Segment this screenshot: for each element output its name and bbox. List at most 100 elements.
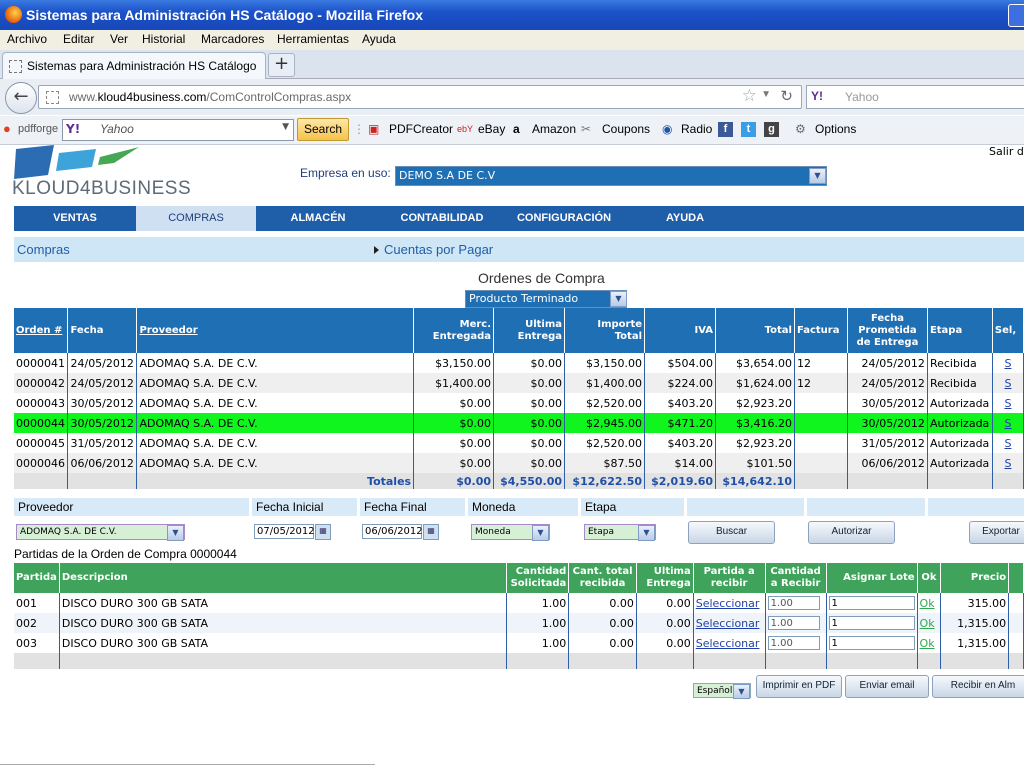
seleccionar-link[interactable]: Seleccionar (696, 617, 760, 630)
menu-ver[interactable]: Ver (110, 32, 128, 46)
select-link[interactable]: S (1004, 357, 1011, 370)
cell-sel: S (992, 433, 1024, 453)
col-orden[interactable]: Orden # (14, 308, 69, 353)
menu-ayuda[interactable]: Ayuda (362, 32, 396, 46)
chevron-down-icon[interactable]: ▼ (610, 291, 627, 307)
ok-link[interactable]: Ok (920, 637, 935, 650)
moneda-select[interactable]: Moneda ▼ (471, 524, 550, 541)
buscar-button[interactable]: Buscar (688, 521, 775, 544)
table-row[interactable]: 0000041 24/05/2012 ADOMAQ S.A. DE C.V. $… (14, 353, 1024, 373)
url-bar[interactable]: www.kloud4business.com/ComControlCompras… (38, 85, 802, 109)
nav-configuracion[interactable]: CONFIGURACIÓN (504, 206, 624, 231)
reload-icon[interactable]: ↻ (780, 87, 793, 105)
cell-etapa: Autorizada (927, 393, 993, 413)
cell-merc: $0.00 (413, 393, 495, 413)
cell-orden: 0000042 (14, 373, 69, 393)
select-link[interactable]: S (1004, 437, 1011, 450)
back-button[interactable]: ← (5, 82, 37, 114)
empresa-select[interactable]: DEMO S.A DE C.V ▼ (395, 166, 827, 186)
browser-tab[interactable]: Sistemas para Administración HS Catálogo (2, 52, 266, 79)
menu-editar[interactable]: Editar (63, 32, 94, 46)
cell-fecha: 24/05/2012 (67, 353, 138, 373)
cell-ultima: 0.00 (636, 633, 694, 653)
chevron-down-icon[interactable]: ▼ (809, 168, 826, 184)
chevron-down-icon[interactable]: ▼ (638, 525, 655, 541)
google-plus-icon[interactable]: g (764, 121, 779, 137)
nav-contabilidad[interactable]: CONTABILIDAD (380, 206, 504, 231)
lote-input[interactable]: 1 (828, 596, 915, 610)
exportar-button[interactable]: Exportar (969, 521, 1024, 544)
select-link[interactable]: S (1004, 457, 1011, 470)
chevron-down-icon[interactable]: ▼ (167, 525, 184, 541)
twitter-icon[interactable]: t (741, 121, 756, 137)
cantidad-recibir-input[interactable]: 1.00 (767, 596, 820, 610)
imprimir-pdf-button[interactable]: Imprimir en PDF (756, 675, 842, 698)
autorizar-button[interactable]: Autorizar (808, 521, 895, 544)
chevron-down-icon[interactable]: ▼ (532, 525, 549, 541)
menu-historial[interactable]: Historial (142, 32, 185, 46)
cell-empty (693, 653, 766, 669)
toolbar-options[interactable]: Options (815, 122, 856, 136)
select-link[interactable]: S (1004, 397, 1011, 410)
ok-link[interactable]: Ok (920, 617, 935, 630)
cell-etapa: Autorizada (927, 453, 993, 473)
menu-marcadores[interactable]: Marcadores (201, 32, 264, 46)
cuentas-por-pagar-link[interactable]: Cuentas por Pagar (384, 242, 493, 257)
cantidad-recibir-input[interactable]: 1.00 (767, 616, 820, 630)
new-tab-button[interactable]: + (268, 53, 295, 77)
cell-total: $2,923.20 (715, 433, 795, 453)
toolbar-radio[interactable]: Radio (681, 122, 712, 136)
chevron-down-icon[interactable]: ▼ (282, 122, 289, 132)
table-row[interactable]: 0000042 24/05/2012 ADOMAQ S.A. DE C.V. $… (14, 373, 1024, 393)
table-row-selected[interactable]: 0000044 30/05/2012 ADOMAQ S.A. DE C.V. $… (14, 413, 1024, 433)
enviar-email-button[interactable]: Enviar email (845, 675, 929, 698)
menu-herramientas[interactable]: Herramientas (277, 32, 349, 46)
toolbar-coupons[interactable]: Coupons (602, 122, 650, 136)
yahoo-search-button[interactable]: Search (297, 118, 349, 141)
toolbar-pdfcreator[interactable]: PDFCreator (389, 122, 453, 136)
cell-extra (1008, 593, 1024, 613)
select-link[interactable]: S (1004, 377, 1011, 390)
language-select[interactable]: Español ▼ (693, 683, 751, 699)
table-row[interactable]: 0000046 06/06/2012 ADOMAQ S.A. DE C.V. $… (14, 453, 1024, 473)
select-link[interactable]: S (1004, 417, 1011, 430)
cell-prometida: 24/05/2012 (847, 373, 928, 393)
lote-input[interactable]: 1 (828, 616, 915, 630)
seleccionar-link[interactable]: Seleccionar (696, 637, 760, 650)
calendar-icon[interactable]: ▦ (315, 524, 331, 540)
fecha-inicial-input[interactable]: 07/05/2012 (254, 524, 315, 539)
triangle-right-icon (374, 246, 379, 254)
logout-link[interactable]: Salir d (989, 145, 1024, 158)
window-control-button[interactable] (1008, 4, 1024, 27)
seleccionar-link[interactable]: Seleccionar (696, 597, 760, 610)
menu-archivo[interactable]: Archivo (7, 32, 47, 46)
etapa-select[interactable]: Etapa ▼ (584, 524, 656, 541)
table-row[interactable]: 0000045 31/05/2012 ADOMAQ S.A. DE C.V. $… (14, 433, 1024, 453)
nav-ventas[interactable]: VENTAS (14, 206, 136, 231)
facebook-icon[interactable]: f (718, 121, 733, 137)
chevron-down-icon[interactable]: ▼ (733, 684, 750, 699)
nav-ayuda[interactable]: AYUDA (624, 206, 746, 231)
nav-almacen[interactable]: ALMACÉN (256, 206, 380, 231)
chevron-down-icon[interactable]: ▼ (761, 89, 771, 100)
recibir-almacen-button[interactable]: Recibir en Alm (932, 675, 1024, 698)
tipo-value: Producto Terminado (469, 292, 579, 305)
tipo-select[interactable]: Producto Terminado ▼ (465, 290, 627, 308)
col-proveedor[interactable]: Proveedor (136, 308, 415, 353)
toolbar-amazon[interactable]: Amazon (532, 122, 576, 136)
table-row[interactable]: 0000043 30/05/2012 ADOMAQ S.A. DE C.V. $… (14, 393, 1024, 413)
calendar-icon[interactable]: ▦ (423, 524, 439, 540)
cell-merc: $1,400.00 (413, 373, 495, 393)
lote-input[interactable]: 1 (828, 636, 915, 650)
proveedor-select[interactable]: ADOMAQ S.A. DE C.V. ▼ (16, 524, 185, 541)
star-icon[interactable]: ☆ (742, 86, 757, 106)
yahoo-search-input[interactable]: Y! Yahoo ▼ (62, 119, 294, 141)
nav-compras[interactable]: COMPRAS (136, 206, 256, 231)
toolbar-ebay[interactable]: eBay (478, 122, 505, 136)
breadcrumb[interactable]: Compras (17, 242, 70, 257)
fecha-final-input[interactable]: 06/06/2012 (362, 524, 423, 539)
browser-search-input[interactable]: Y! Yahoo (806, 85, 1024, 109)
cantidad-recibir-input[interactable]: 1.00 (767, 636, 820, 650)
ok-link[interactable]: Ok (920, 597, 935, 610)
pdfforge-link[interactable]: pdfforge (18, 123, 58, 135)
